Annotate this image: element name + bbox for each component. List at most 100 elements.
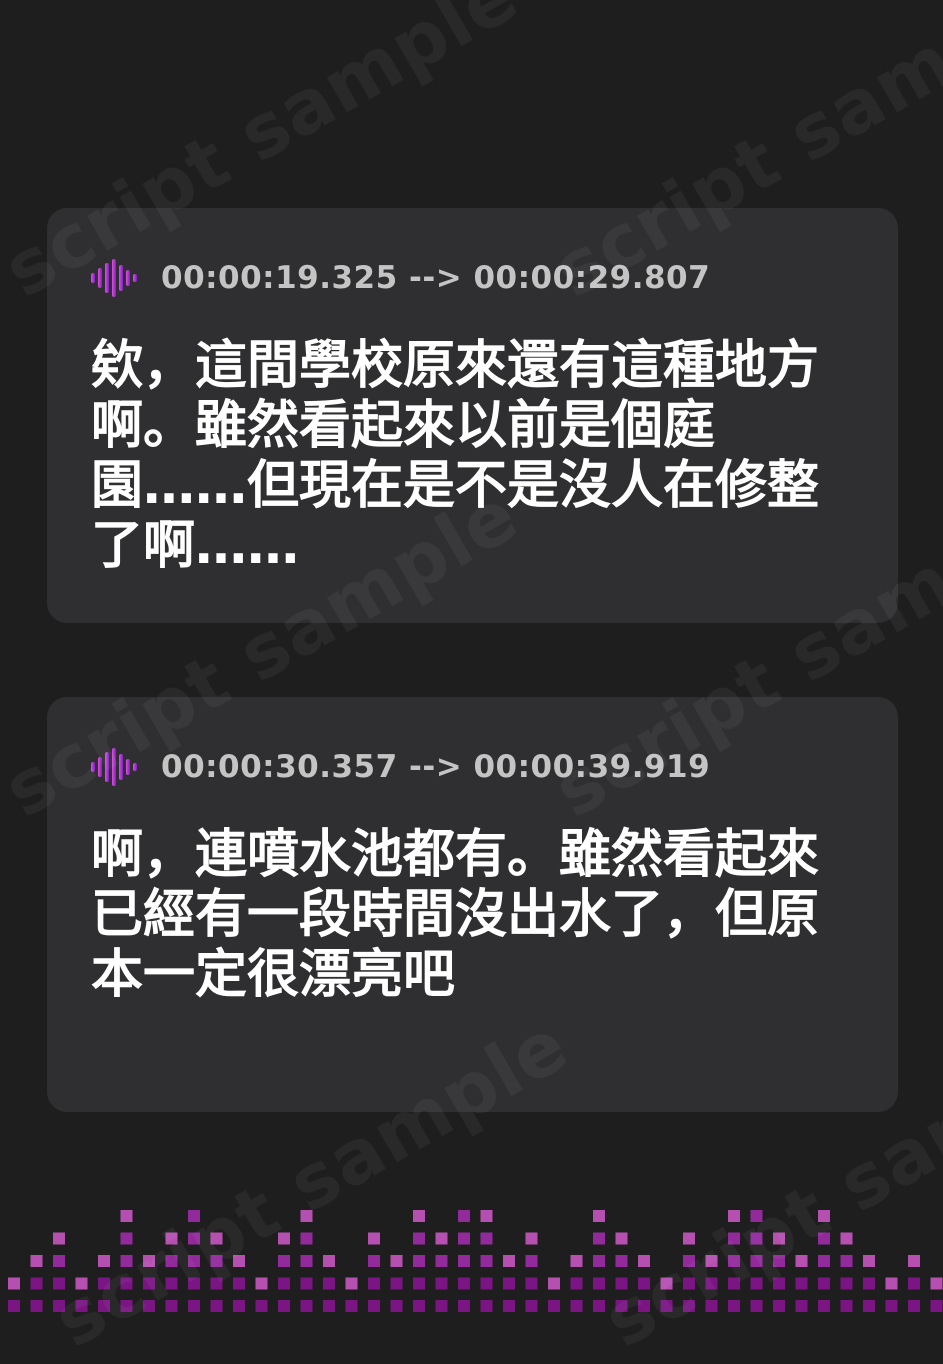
equalizer-block <box>53 1255 65 1267</box>
equalizer-block <box>660 1300 673 1312</box>
equalizer-block <box>570 1300 583 1312</box>
equalizer-block <box>480 1210 493 1222</box>
equalizer-block <box>683 1232 695 1245</box>
equalizer-block <box>818 1210 830 1222</box>
equalizer-block <box>705 1300 718 1312</box>
equalizer-block <box>615 1232 628 1245</box>
subtitle-card: 00:00:30.357 --> 00:00:39.919 啊，連噴水池都有。雖… <box>47 697 898 1112</box>
equalizer-block <box>480 1300 493 1312</box>
card-header: 00:00:30.357 --> 00:00:39.919 <box>91 747 710 787</box>
equalizer-block <box>593 1210 605 1222</box>
equalizer-block <box>435 1232 448 1245</box>
equalizer-block <box>930 1277 943 1290</box>
equalizer-block <box>233 1300 245 1312</box>
equalizer-block <box>728 1277 740 1290</box>
equalizer-block <box>615 1255 628 1267</box>
equalizer-block <box>795 1277 808 1290</box>
equalizer-block <box>728 1232 740 1245</box>
equalizer-block <box>705 1255 718 1267</box>
equalizer-block <box>188 1232 200 1245</box>
equalizer-block <box>773 1255 785 1267</box>
equalizer-block <box>458 1300 470 1312</box>
equalizer-block <box>53 1300 65 1312</box>
equalizer-block <box>300 1277 313 1290</box>
equalizer-block <box>503 1300 515 1312</box>
equalizer-block <box>413 1277 425 1290</box>
equalizer-block <box>435 1255 448 1267</box>
subtitle-text: 欸，這間學校原來還有這種地方啊。雖然看起來以前是個庭園……但現在是不是沒人在修整… <box>91 336 820 576</box>
equalizer-block <box>255 1277 268 1290</box>
equalizer-block <box>143 1277 155 1290</box>
equalizer-block <box>435 1277 448 1290</box>
equalizer-block <box>413 1210 425 1222</box>
equalizer-block <box>30 1255 43 1267</box>
equalizer-block <box>683 1255 695 1267</box>
equalizer-block <box>773 1277 785 1290</box>
equalizer-block <box>210 1232 223 1245</box>
equalizer-block <box>143 1255 155 1267</box>
equalizer-block <box>818 1255 830 1267</box>
equalizer-block <box>345 1300 358 1312</box>
equalizer-block <box>210 1255 223 1267</box>
equalizer-block <box>98 1277 110 1290</box>
equalizer-block <box>705 1277 718 1290</box>
equalizer-block <box>323 1277 335 1290</box>
equalizer-block <box>908 1277 920 1290</box>
equalizer-block <box>300 1300 313 1312</box>
equalizer-block <box>615 1300 628 1312</box>
equalizer-block <box>930 1300 943 1312</box>
equalizer-block <box>278 1277 290 1290</box>
equalizer-block <box>188 1210 200 1222</box>
equalizer-block <box>300 1232 313 1245</box>
equalizer-block <box>75 1300 88 1312</box>
equalizer-block <box>728 1210 740 1222</box>
equalizer-block <box>300 1210 313 1222</box>
equalizer-block <box>863 1255 875 1267</box>
subtitle-card: 00:00:19.325 --> 00:00:29.807 欸，這間學校原來還有… <box>47 208 898 623</box>
equalizer-block <box>368 1232 380 1245</box>
equalizer-block <box>750 1255 763 1267</box>
equalizer-block <box>795 1300 808 1312</box>
equalizer-block <box>728 1300 740 1312</box>
equalizer-block <box>210 1300 223 1312</box>
equalizer-block <box>53 1232 65 1245</box>
equalizer-block <box>255 1300 268 1312</box>
equalizer-block <box>120 1232 133 1245</box>
equalizer-block <box>210 1277 223 1290</box>
equalizer-block <box>750 1232 763 1245</box>
timestamp-range: 00:00:30.357 --> 00:00:39.919 <box>161 749 711 785</box>
timestamp-range: 00:00:19.325 --> 00:00:29.807 <box>161 260 711 296</box>
equalizer-block <box>143 1300 155 1312</box>
equalizer-block <box>840 1232 853 1245</box>
equalizer-block <box>525 1277 538 1290</box>
equalizer-block <box>773 1300 785 1312</box>
equalizer-block <box>818 1232 830 1245</box>
equalizer-block <box>278 1255 290 1267</box>
equalizer-block <box>593 1232 605 1245</box>
equalizer-block <box>368 1277 380 1290</box>
equalizer-block <box>615 1277 628 1290</box>
equalizer-block <box>120 1300 133 1312</box>
equalizer-block <box>480 1277 493 1290</box>
equalizer-block <box>390 1255 403 1267</box>
equalizer-block <box>30 1277 43 1290</box>
equalizer-block <box>863 1300 875 1312</box>
equalizer-block <box>53 1277 65 1290</box>
equalizer-block <box>818 1277 830 1290</box>
equalizer-block <box>120 1210 133 1222</box>
equalizer-block <box>188 1277 200 1290</box>
equalizer-block <box>795 1255 808 1267</box>
equalizer-block <box>908 1300 920 1312</box>
equalizer-block <box>98 1300 110 1312</box>
equalizer-block <box>278 1232 290 1245</box>
equalizer-block <box>683 1300 695 1312</box>
equalizer-block <box>863 1277 875 1290</box>
equalizer-block <box>188 1255 200 1267</box>
equalizer-block <box>458 1210 470 1222</box>
equalizer-block <box>390 1277 403 1290</box>
equalizer-block <box>413 1300 425 1312</box>
equalizer-block <box>750 1300 763 1312</box>
equalizer-block <box>165 1232 178 1245</box>
equalizer-block <box>165 1255 178 1267</box>
equalizer-block <box>323 1300 335 1312</box>
